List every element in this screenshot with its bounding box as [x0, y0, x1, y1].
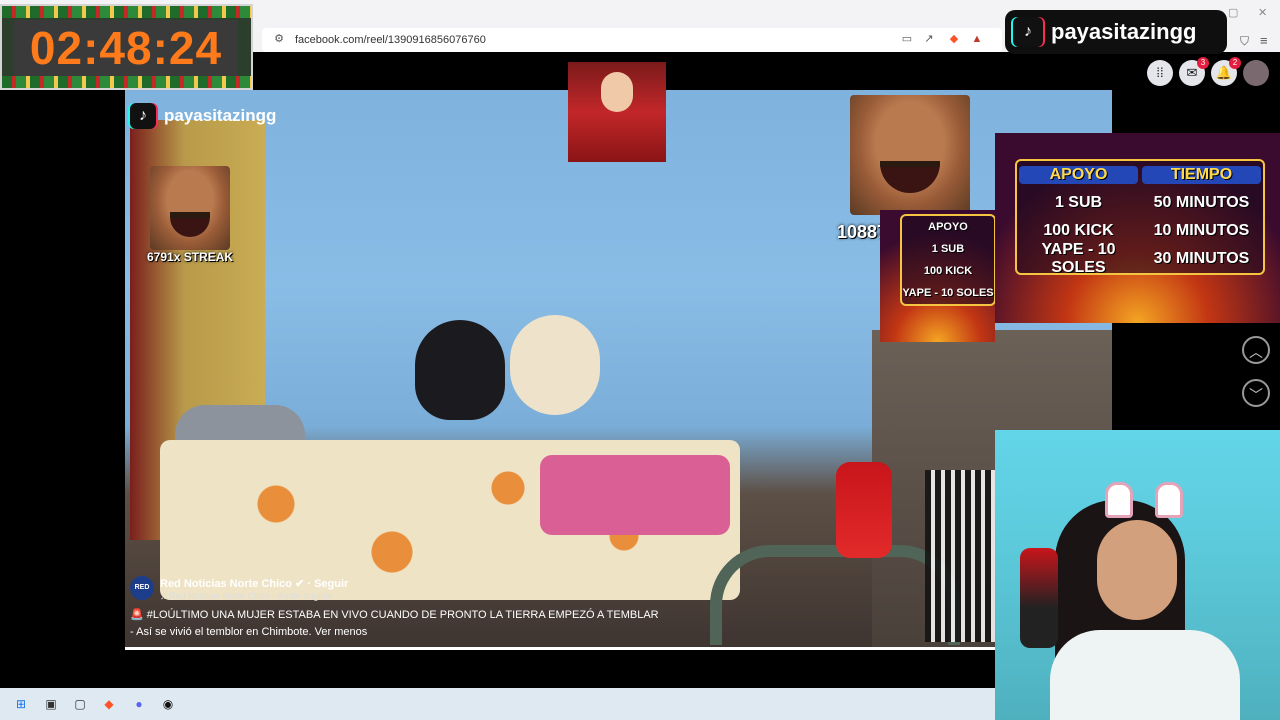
- page-name[interactable]: Red Noticias Norte Chico: [160, 578, 292, 590]
- tiktok-logo-icon: ♪: [130, 103, 156, 129]
- support-label: 1 SUB: [931, 243, 965, 255]
- caption-text: 🚨 #LOÚLTIMO UNA MUJER ESTABA EN VIVO CUA…: [130, 608, 750, 621]
- table-header: APOYO TIEMPO: [1017, 161, 1263, 189]
- timer-digits: 02:48:24: [29, 22, 223, 74]
- brave-rewards-icon[interactable]: ▲: [970, 32, 984, 46]
- video-brand-name: payasitazingg: [164, 106, 277, 125]
- table-row: 1 SUB: [902, 238, 994, 260]
- garland-decoration: [2, 6, 251, 18]
- streamer-brand: ♪ payasitazingg: [1005, 10, 1227, 54]
- support-label: APOYO: [928, 221, 968, 233]
- alert-icon: 🚨: [130, 609, 144, 621]
- notifications-badge: 2: [1229, 57, 1241, 69]
- follow-button[interactable]: · Seguir: [307, 578, 348, 590]
- table-row: YAPE - 10 SOLES 30 MINUTOS: [1017, 241, 1263, 276]
- support-table: APOYO TIEMPO 1 SUB 50 MINUTOS 100 KICK 1…: [1015, 159, 1265, 276]
- audio-line[interactable]: ♫ Red Noticias Norte Chico · Audio origi…: [160, 591, 332, 601]
- site-settings-icon[interactable]: ⚙: [272, 32, 286, 46]
- cat-ear: [1105, 482, 1133, 518]
- menu-grid-icon[interactable]: ⁞⁞: [1147, 60, 1173, 86]
- cat-ear: [1155, 482, 1183, 518]
- discord-icon[interactable]: ●: [131, 696, 147, 712]
- profile-avatar[interactable]: [1243, 60, 1269, 86]
- timer-panel: 02:48:24: [14, 20, 238, 76]
- header-tiempo: TIEMPO: [1142, 166, 1261, 184]
- caption-subtext-line: - Así se vivió el temblor en Chimbote. V…: [130, 626, 367, 638]
- page-avatar[interactable]: RED: [130, 576, 154, 600]
- support-label: YAPE - 10 SOLES: [902, 287, 994, 299]
- time-cell: 50 MINUTOS: [1153, 194, 1250, 211]
- next-reel-button[interactable]: ﹀: [1242, 379, 1270, 407]
- url-text: facebook.com/reel/1390916856076760: [295, 34, 486, 46]
- qr-code: [925, 470, 995, 642]
- garland-decoration: [2, 76, 251, 88]
- plush-toy: [510, 315, 600, 415]
- webcam-overlay: [995, 430, 1280, 720]
- address-bar[interactable]: ⚙ facebook.com/reel/1390916856076760 ▭ ↗…: [262, 28, 1002, 52]
- time-cell: 10 MINUTOS: [1153, 222, 1250, 239]
- obs-icon[interactable]: ◉: [160, 696, 176, 712]
- table-row: YAPE - 10 SOLES: [902, 282, 994, 304]
- audio-label: Red Noticias Norte Chico · Audio origina…: [169, 591, 333, 601]
- brave-browser-icon[interactable]: ◆: [101, 696, 117, 712]
- streak-emote-left: [150, 166, 230, 250]
- brave-shield-icon[interactable]: ◆: [947, 32, 961, 46]
- support-cell: 1 SUB: [1054, 194, 1103, 211]
- support-label: 100 KICK: [923, 265, 973, 277]
- video-brand-overlay: ♪ payasitazingg: [130, 103, 276, 129]
- support-cell: 100 KICK: [1043, 222, 1114, 239]
- cast-icon[interactable]: ▭: [900, 32, 914, 46]
- caption-headline: #LOÚLTIMO UNA MUJER ESTABA EN VIVO CUAND…: [146, 609, 659, 621]
- verified-icon: ✔: [295, 578, 305, 590]
- windows-taskbar: [0, 688, 995, 720]
- tiktok-logo-icon: ♪: [1013, 17, 1043, 47]
- streamer-handle: payasitazingg: [1051, 19, 1197, 44]
- streamer-shirt: [1050, 630, 1240, 720]
- pink-blanket: [540, 455, 730, 535]
- stream-timer: 02:48:24: [0, 4, 253, 90]
- support-panel-small: APOYO 1 SUB 100 KICK YAPE - 10 SOLES: [880, 210, 996, 342]
- support-panel: APOYO TIEMPO 1 SUB 50 MINUTOS 100 KICK 1…: [995, 133, 1280, 323]
- previous-reel-button[interactable]: ︿: [1242, 336, 1270, 364]
- chair: [710, 545, 960, 645]
- windows-start-icon[interactable]: ⊞: [13, 696, 29, 712]
- messenger-icon[interactable]: ✉ 3: [1179, 57, 1209, 86]
- maximize-button[interactable]: ▢: [1228, 6, 1238, 19]
- support-cell: YAPE - 10 SOLES: [1041, 241, 1116, 276]
- window-icon[interactable]: ▢: [72, 696, 88, 712]
- notifications-icon[interactable]: 🔔 2: [1211, 57, 1241, 86]
- header-apoyo: APOYO: [1019, 166, 1138, 184]
- see-less-link[interactable]: Ver menos: [315, 626, 368, 638]
- page-line: Red Noticias Norte Chico ✔ · Seguir: [160, 577, 348, 590]
- music-icon: ♫: [160, 591, 167, 601]
- menu-icon[interactable]: ≡: [1260, 33, 1268, 48]
- microphone: [836, 462, 892, 558]
- plush-toy: [415, 320, 505, 420]
- table-row: 100 KICK: [902, 260, 994, 282]
- support-table-small: APOYO 1 SUB 100 KICK YAPE - 10 SOLES: [900, 214, 996, 306]
- table-row: APOYO: [902, 216, 994, 238]
- caption-subtext: - Así se vivió el temblor en Chimbote.: [130, 626, 312, 638]
- shield-icon[interactable]: ⛉: [1240, 34, 1249, 49]
- messenger-badge: 3: [1197, 57, 1209, 69]
- video-progress-bar[interactable]: [125, 647, 995, 650]
- webcam-microphone: [1020, 548, 1058, 648]
- task-view-icon[interactable]: ▣: [43, 696, 59, 712]
- time-cell: 30 MINUTOS: [1153, 250, 1250, 267]
- character-thumbnail: [568, 62, 666, 162]
- streak-counter-left: 6791x STREAK: [147, 250, 234, 264]
- share-icon[interactable]: ↗: [922, 32, 936, 46]
- table-row: 1 SUB 50 MINUTOS: [1017, 189, 1263, 217]
- streamer-face: [1097, 520, 1177, 620]
- close-button[interactable]: ✕: [1258, 6, 1267, 19]
- streak-emote-right: [850, 95, 970, 215]
